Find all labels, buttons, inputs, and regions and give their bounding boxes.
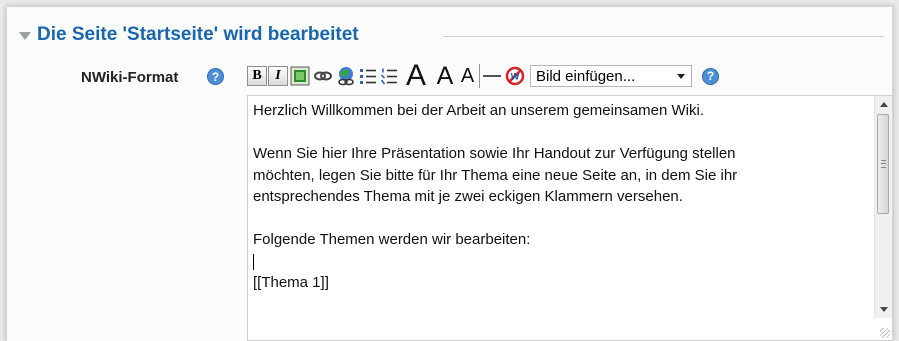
image-insert-value: Bild einfügen... (536, 67, 636, 85)
bullet-list-icon[interactable] (358, 64, 378, 88)
no-wiki-icon[interactable]: W (504, 64, 526, 88)
horizontal-rule-icon[interactable] (481, 64, 503, 88)
italic-button[interactable]: I (268, 66, 288, 86)
collapse-triangle-icon[interactable] (19, 31, 31, 40)
editor-line: Wenn Sie hier Ihre Präsentation sowie Ih… (253, 145, 736, 162)
scroll-down-icon[interactable] (880, 307, 888, 312)
heading-1-button[interactable]: A (400, 61, 432, 91)
svg-text:W: W (511, 72, 520, 82)
bold-button[interactable]: B (247, 66, 267, 86)
resize-handle-icon[interactable] (880, 328, 890, 338)
field-label: NWiki-Format (81, 69, 179, 86)
text-cursor (253, 253, 254, 270)
chevron-down-icon (677, 73, 685, 79)
numbered-list-icon[interactable] (379, 64, 399, 88)
vertical-scrollbar[interactable] (874, 96, 892, 318)
help-icon[interactable]: ? (207, 68, 224, 85)
image-icon[interactable] (289, 64, 311, 88)
editor-line: Folgende Themen werden wir bearbeiten: (253, 231, 531, 248)
link-icon[interactable] (312, 64, 334, 88)
scrollbar-grip-icon (881, 160, 886, 168)
section-title: Die Seite 'Startseite' wird bearbeitet (37, 24, 359, 45)
section-header[interactable]: Die Seite 'Startseite' wird bearbeitet (19, 23, 359, 47)
editor-content[interactable]: Herzlich Willkommen bei der Arbeit an un… (253, 100, 873, 294)
scroll-up-icon[interactable] (880, 102, 888, 107)
heading-3-button[interactable]: A (458, 64, 480, 88)
scrollbar-thumb[interactable] (877, 114, 889, 214)
wiki-text-editor[interactable]: Herzlich Willkommen bei der Arbeit an un… (247, 95, 892, 341)
section-divider (443, 36, 884, 37)
wiki-link-icon[interactable] (335, 64, 357, 88)
editor-line: möchten, legen Sie bitte für Ihr Thema e… (253, 166, 738, 184)
form-panel: Die Seite 'Startseite' wird bearbeitet N… (6, 6, 893, 341)
image-insert-select[interactable]: Bild einfügen... (530, 65, 692, 87)
toolbar-help-icon[interactable]: ? (702, 67, 719, 85)
editor-toolbar: B I A A A W Bild einfügen... ? (247, 61, 719, 91)
editor-line-with-cursor (253, 251, 873, 273)
heading-2-button[interactable]: A (433, 62, 457, 90)
editor-line: [[Thema 1]] (253, 274, 329, 291)
editor-line: Herzlich Willkommen bei der Arbeit an un… (253, 102, 704, 119)
editor-line: entsprechendes Thema mit je zwei eckigen… (253, 188, 683, 205)
